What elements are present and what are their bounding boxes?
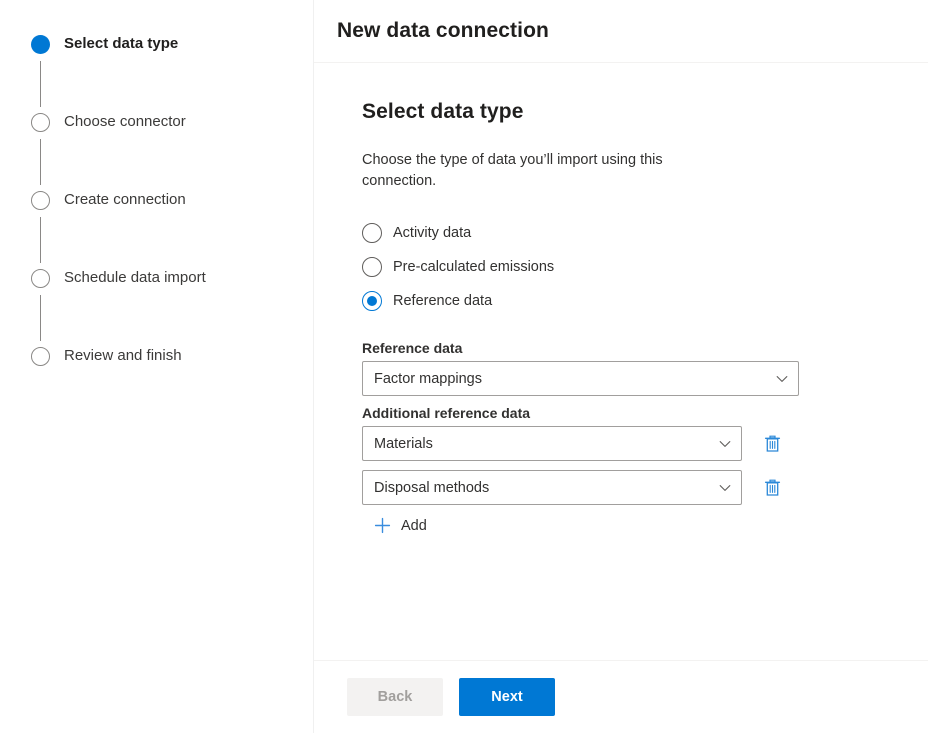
- panel-footer: Back Next: [314, 660, 928, 733]
- step-dot-empty-icon: [31, 347, 50, 366]
- sidebar-step-create-connection[interactable]: Create connection: [31, 190, 301, 268]
- chevron-down-icon: [719, 438, 731, 450]
- radio-unchecked-icon: [362, 257, 382, 277]
- panel-header: New data connection: [314, 0, 928, 63]
- sidebar-step-select-data-type[interactable]: Select data type: [31, 34, 301, 112]
- sidebar-step-label: Schedule data import: [64, 269, 206, 286]
- radio-label: Pre-calculated emissions: [393, 259, 555, 275]
- radio-unchecked-icon: [362, 223, 382, 243]
- wizard-sidebar: Select data type Choose connector Create…: [0, 0, 314, 733]
- wizard-step-list: Select data type Choose connector Create…: [31, 34, 301, 370]
- sidebar-step-label: Choose connector: [64, 113, 186, 130]
- section-description: Choose the type of data you’ll import us…: [362, 152, 663, 189]
- sidebar-step-label: Review and finish: [64, 347, 182, 364]
- radio-label: Activity data: [393, 225, 472, 241]
- back-button[interactable]: Back: [347, 678, 443, 716]
- step-dot-empty-icon: [31, 191, 50, 210]
- step-dot-empty-icon: [31, 269, 50, 288]
- step-marker-active: [31, 35, 50, 54]
- sidebar-step-label: Select data type: [64, 35, 179, 52]
- reference-data-label: Reference data: [362, 340, 463, 356]
- step-marker-pending: [31, 191, 50, 210]
- additional-reference-data-row: Disposal methods: [362, 470, 905, 505]
- step-dot-filled-icon: [31, 35, 50, 54]
- step-connector-line: [40, 217, 42, 263]
- next-button[interactable]: Next: [459, 678, 555, 716]
- add-label: Add: [401, 517, 427, 534]
- sidebar-step-label: Create connection: [64, 191, 186, 208]
- additional-reference-data-row: Materials: [362, 426, 905, 461]
- radio-reference-data[interactable]: Reference data: [362, 284, 905, 318]
- radio-pre-calculated-emissions[interactable]: Pre-calculated emissions: [362, 250, 905, 284]
- chevron-down-icon: [719, 482, 731, 494]
- radio-activity-data[interactable]: Activity data: [362, 216, 905, 250]
- reference-data-value: Factor mappings: [374, 370, 482, 387]
- step-connector-line: [40, 61, 42, 107]
- page-title: New data connection: [337, 19, 549, 42]
- step-connector-line: [40, 295, 42, 341]
- chevron-down-icon: [776, 373, 788, 385]
- additional-reference-data-value: Disposal methods: [374, 479, 490, 496]
- trash-icon: [763, 478, 782, 498]
- sidebar-step-choose-connector[interactable]: Choose connector: [31, 112, 301, 190]
- additional-reference-data-value: Materials: [374, 435, 433, 452]
- plus-icon: [374, 517, 391, 534]
- step-marker-pending: [31, 113, 50, 132]
- step-connector-line: [40, 139, 42, 185]
- radio-label: Reference data: [393, 293, 493, 309]
- trash-icon: [763, 434, 782, 454]
- step-marker-pending: [31, 347, 50, 366]
- additional-reference-data-dropdown-2[interactable]: Disposal methods: [362, 470, 742, 505]
- section-heading: Select data type: [362, 100, 524, 123]
- new-data-connection-dialog: Select data type Choose connector Create…: [0, 0, 928, 733]
- sidebar-step-schedule-data-import[interactable]: Schedule data import: [31, 268, 301, 346]
- delete-additional-reference-data-1-button[interactable]: [756, 428, 788, 460]
- add-reference-data-button[interactable]: Add: [374, 514, 433, 537]
- additional-reference-data-label: Additional reference data: [362, 405, 531, 421]
- reference-data-dropdown[interactable]: Factor mappings: [362, 361, 799, 396]
- sidebar-step-review-and-finish[interactable]: Review and finish: [31, 346, 301, 370]
- radio-checked-icon: [362, 291, 382, 311]
- panel-body: Select data type Choose the type of data…: [314, 63, 928, 660]
- additional-reference-data-dropdown-1[interactable]: Materials: [362, 426, 742, 461]
- step-marker-pending: [31, 269, 50, 288]
- step-dot-empty-icon: [31, 113, 50, 132]
- reference-data-row: Factor mappings: [362, 361, 905, 396]
- delete-additional-reference-data-2-button[interactable]: [756, 472, 788, 504]
- data-type-radio-group: Activity data Pre-calculated emissions R…: [362, 216, 905, 318]
- wizard-panel: New data connection Select data type Cho…: [314, 0, 928, 733]
